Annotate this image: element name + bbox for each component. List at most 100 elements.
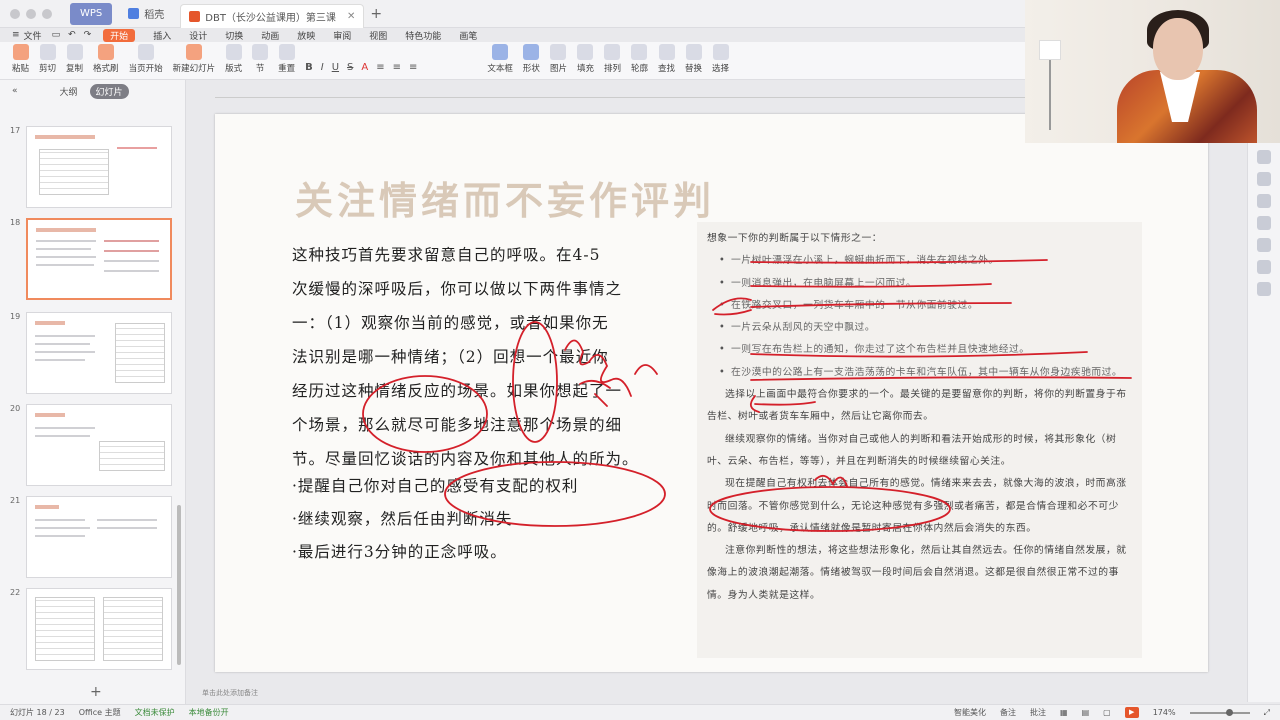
backup-status[interactable]: 本地备份开: [189, 707, 229, 718]
help-icon[interactable]: [1257, 282, 1271, 296]
play-current-label: 当页开始: [128, 64, 163, 74]
zoom-slider-knob[interactable]: [1225, 708, 1233, 716]
thumbnail-scrollbar[interactable]: [177, 505, 181, 665]
collapse-panel-icon[interactable]: «: [12, 86, 18, 96]
slide-thumb-22[interactable]: 22: [10, 588, 172, 670]
menu-transitions[interactable]: 切换: [225, 29, 243, 42]
lamp-pole: [1049, 60, 1051, 130]
wps-home-tab[interactable]: WPS: [70, 2, 113, 25]
slide-thumb-17[interactable]: 17: [10, 126, 172, 208]
italic-icon[interactable]: I: [321, 62, 324, 73]
beautify-button[interactable]: 智能美化: [954, 707, 986, 718]
window-controls[interactable]: [10, 8, 52, 19]
comments-toggle[interactable]: 批注: [1030, 707, 1046, 718]
slide-bullets[interactable]: ·提醒自己你对自己的感受有支配的权利 ·继续观察，然后任由判断消失 ·最后进行3…: [292, 470, 578, 569]
instruction-item: 一片树叶漂浮在小溪上，蜿蜒曲折而下，消失在视线之外。: [707, 250, 1132, 273]
save-icon[interactable]: ▭: [52, 30, 61, 40]
reading-view-icon[interactable]: ▢: [1103, 708, 1111, 717]
instruction-text-box[interactable]: 想象一下你的判断属于以下情形之一： 一片树叶漂浮在小溪上，蜿蜒曲折而下，消失在视…: [697, 222, 1142, 658]
strikethrough-icon[interactable]: S: [347, 62, 353, 73]
lamp: [1039, 40, 1061, 60]
copy-button[interactable]: 复制: [66, 42, 83, 74]
docer-tab-label: 稻壳: [144, 10, 165, 21]
menu-animations[interactable]: 动画: [261, 29, 279, 42]
slide-body-text[interactable]: 这种技巧首先要求留意自己的呼吸。在4-5 次缓慢的深呼吸后，你可以做以下两件事情…: [292, 238, 682, 476]
animation-pane-icon[interactable]: [1257, 238, 1271, 252]
fill-icon: [577, 44, 594, 60]
find-button[interactable]: 查找: [658, 42, 675, 74]
theme-name[interactable]: Office 主题: [79, 707, 121, 718]
property-icon[interactable]: [1257, 260, 1271, 274]
format-painter-button[interactable]: 格式刷: [93, 42, 119, 74]
slide-thumb-18[interactable]: 18: [10, 218, 172, 300]
play-current-button[interactable]: 当页开始: [129, 42, 163, 74]
zoom-slider[interactable]: [1189, 708, 1250, 716]
menu-file[interactable]: 文件: [24, 29, 42, 42]
paste-button[interactable]: 粘贴: [12, 42, 29, 74]
image-label: 图片: [549, 64, 567, 74]
align-right-icon[interactable]: ≡: [409, 62, 417, 73]
bold-icon[interactable]: B: [305, 62, 313, 73]
hamburger-icon[interactable]: ≡: [12, 30, 20, 40]
arrange-button[interactable]: 排列: [604, 42, 621, 74]
menu-view[interactable]: 视图: [369, 29, 387, 42]
fill-button[interactable]: 填充: [577, 42, 594, 74]
menu-review[interactable]: 审阅: [333, 29, 351, 42]
slide-thumb-19[interactable]: 19: [10, 312, 172, 394]
normal-view-icon[interactable]: ▦: [1060, 708, 1068, 717]
current-slide[interactable]: 关注情绪而不妄作评判 这种技巧首先要求留意自己的呼吸。在4-5 次缓慢的深呼吸后…: [215, 114, 1208, 672]
layout-button[interactable]: 版式: [225, 42, 242, 74]
minimize-window-button[interactable]: [26, 8, 36, 19]
arrange-label: 排列: [603, 64, 621, 74]
close-window-button[interactable]: [10, 8, 20, 19]
slides-tab[interactable]: 幻灯片: [89, 83, 129, 99]
menu-insert[interactable]: 插入: [153, 29, 171, 42]
protect-status[interactable]: 文档未保护: [135, 707, 175, 718]
slide-title[interactable]: 关注情绪而不妄作评判: [295, 170, 715, 225]
document-tab[interactable]: DBT（长沙公益课用）第三课 ✕: [180, 3, 365, 28]
shape-icon: [523, 44, 540, 60]
undo-icon[interactable]: ↶: [68, 30, 76, 40]
outline-button[interactable]: 轮廓: [631, 42, 648, 74]
menu-features[interactable]: 特色功能: [405, 29, 441, 42]
select-button[interactable]: 选择: [712, 42, 729, 74]
underline-icon[interactable]: U: [332, 62, 339, 73]
reset-button[interactable]: 重置: [278, 42, 295, 74]
fit-window-icon[interactable]: ⤢: [1264, 708, 1270, 718]
image-button[interactable]: 图片: [550, 42, 567, 74]
replace-button[interactable]: 替换: [685, 42, 702, 74]
redo-icon[interactable]: ↷: [84, 30, 92, 40]
select-pane-icon[interactable]: [1257, 216, 1271, 230]
notes-toggle[interactable]: 备注: [1000, 707, 1016, 718]
cut-label: 剪切: [39, 64, 57, 74]
menu-home[interactable]: 开始: [103, 28, 136, 42]
outline-icon: [631, 44, 648, 60]
style-icon[interactable]: [1257, 172, 1271, 186]
zoom-level[interactable]: 174%: [1153, 708, 1176, 717]
menu-design[interactable]: 设计: [189, 29, 207, 42]
cut-button[interactable]: 剪切: [39, 42, 56, 74]
align-left-icon[interactable]: ≡: [376, 62, 384, 73]
settings-icon[interactable]: [1257, 150, 1271, 164]
section-button[interactable]: 节: [252, 42, 269, 74]
add-slide-button[interactable]: +: [90, 684, 102, 700]
new-tab-button[interactable]: +: [370, 6, 382, 22]
history-icon[interactable]: [1257, 194, 1271, 208]
slide-thumb-21[interactable]: 21: [10, 496, 172, 578]
title-bar: WPS 稻壳 DBT（长沙公益课用）第三课 ✕ +: [0, 0, 1025, 28]
zoom-window-button[interactable]: [42, 8, 52, 19]
text-box-button[interactable]: 文本框: [487, 42, 513, 74]
menu-slideshow[interactable]: 放映: [297, 29, 315, 42]
slideshow-play-icon[interactable]: ▶: [1124, 707, 1139, 718]
close-tab-icon[interactable]: ✕: [347, 11, 355, 22]
docer-tab[interactable]: 稻壳: [120, 3, 172, 25]
shape-button[interactable]: 形状: [523, 42, 540, 74]
new-slide-button[interactable]: 新建幻灯片: [173, 42, 215, 74]
sorter-view-icon[interactable]: ▤: [1082, 708, 1090, 717]
slide-thumb-20[interactable]: 20: [10, 404, 172, 486]
align-center-icon[interactable]: ≡: [393, 62, 401, 73]
notes-placeholder[interactable]: 单击此处添加备注: [202, 688, 258, 698]
menu-pen[interactable]: 画笔: [459, 29, 477, 42]
outline-tab[interactable]: 大纲: [60, 85, 78, 98]
font-color-icon[interactable]: A: [361, 62, 368, 73]
